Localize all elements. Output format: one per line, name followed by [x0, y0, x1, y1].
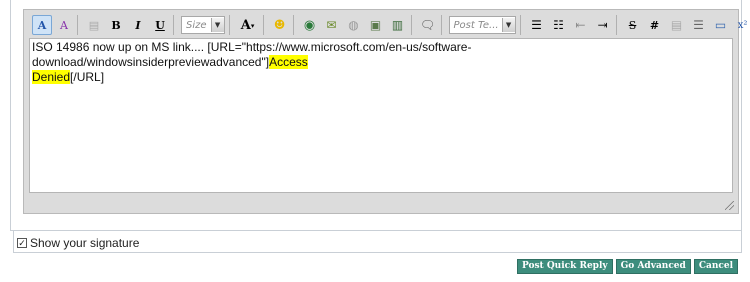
toolbar-group-size: Size ▼	[177, 15, 230, 35]
editor-container: A A ▤ B I U Size ▼ A ▾ ☻ ◉ ✉ ◍ ▣ ▥ 🗨 Pos…	[23, 9, 747, 214]
font-size-select[interactable]: Size ▼	[181, 16, 225, 34]
chevron-down-icon: ▼	[210, 18, 224, 32]
toolbar-group-lists: ☰ ☷ ⇤ ⇥	[524, 15, 617, 35]
insert-link-icon[interactable]: ◉	[300, 15, 320, 35]
italic-button[interactable]: I	[128, 15, 148, 35]
underline-button[interactable]: U	[150, 15, 170, 35]
url-close-tag: [/URL]	[70, 70, 105, 84]
chevron-down-icon: ▾	[250, 20, 255, 30]
smiley-icon[interactable]: ☻	[270, 15, 290, 35]
superscript-button[interactable]: x²	[733, 15, 750, 35]
post-template-select[interactable]: Post Te... ▼	[448, 16, 516, 34]
bold-button[interactable]: B	[106, 15, 126, 35]
wysiwyg-mode-icon[interactable]: A	[32, 15, 52, 35]
go-advanced-button[interactable]: Go Advanced	[615, 259, 691, 274]
insert-video-icon[interactable]: ▥	[388, 15, 408, 35]
toolbar-group-template: Post Te... ▼	[445, 15, 521, 35]
toolbar-group-text: ▤ B I U	[81, 15, 174, 35]
cancel-button[interactable]: Cancel	[693, 259, 738, 274]
insert-image-icon[interactable]: ▣	[366, 15, 386, 35]
show-signature-option[interactable]: ✓ Show your signature	[17, 236, 139, 250]
code-icon[interactable]: ▤	[667, 15, 687, 35]
toolbar-group-mode: A A	[29, 15, 78, 35]
toolbar-group-smilies: ☻	[267, 15, 294, 35]
font-color-button[interactable]: A ▾	[236, 15, 260, 35]
signature-checkbox[interactable]: ✓	[17, 238, 27, 248]
remove-format-icon[interactable]: A	[54, 15, 74, 35]
action-buttons: Post Quick Reply Go Advanced Cancel	[514, 259, 738, 274]
toolbar-group-extra: S # ▤ ☰ ▭ x² 🐦	[620, 15, 750, 35]
font-size-label: Size	[186, 19, 207, 31]
message-editor[interactable]: ISO 14986 now up on MS link.... [URL="ht…	[29, 38, 733, 193]
hash-button[interactable]: #	[645, 15, 665, 35]
spoiler-icon[interactable]: ▭	[711, 15, 731, 35]
toolbar-group-quote: 🗨	[415, 15, 442, 35]
post-quick-reply-button[interactable]: Post Quick Reply	[516, 259, 613, 274]
chevron-down-icon: ▼	[501, 18, 515, 32]
php-icon[interactable]: ☰	[689, 15, 709, 35]
resize-handle[interactable]	[725, 201, 734, 210]
unordered-list-icon[interactable]: ☷	[549, 15, 569, 35]
link-text-highlight: Access	[269, 55, 308, 69]
link-text-highlight-2: Denied	[32, 70, 71, 84]
message-text: ISO 14986 now up on MS link.... [URL="ht…	[32, 40, 472, 69]
ordered-list-icon[interactable]: ☰	[527, 15, 547, 35]
font-color-label: A	[240, 17, 251, 33]
paste-icon[interactable]: ▤	[84, 15, 104, 35]
signature-label: Show your signature	[30, 236, 140, 250]
indent-icon[interactable]: ⇥	[593, 15, 613, 35]
post-template-label: Post Te...	[453, 19, 499, 31]
toolbar-group-color: A ▾	[233, 15, 264, 35]
insert-email-icon[interactable]: ✉	[322, 15, 342, 35]
strikethrough-button[interactable]: S	[623, 15, 643, 35]
outdent-icon[interactable]: ⇤	[571, 15, 591, 35]
remove-link-icon[interactable]: ◍	[344, 15, 364, 35]
editor-toolbar: A A ▤ B I U Size ▼ A ▾ ☻ ◉ ✉ ◍ ▣ ▥ 🗨 Pos…	[29, 13, 750, 37]
quote-icon[interactable]: 🗨	[418, 15, 438, 35]
toolbar-group-insert: ◉ ✉ ◍ ▣ ▥	[297, 15, 412, 35]
